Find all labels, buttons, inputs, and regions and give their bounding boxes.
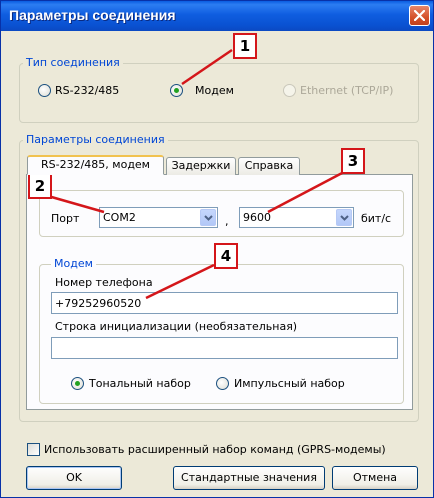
chevron-down-icon [340, 215, 349, 221]
radio-selected-dot [75, 381, 80, 386]
ok-button[interactable]: OK [26, 466, 122, 490]
radio-rs232[interactable] [38, 84, 51, 97]
port-value: COM2 [103, 211, 136, 224]
radio-pulse-dial[interactable] [216, 377, 229, 390]
annotation-badge-4: 4 [214, 243, 238, 269]
init-string-input[interactable] [51, 337, 398, 359]
annotation-badge-1: 1 [233, 33, 257, 59]
annotation-badge-3: 3 [341, 148, 365, 174]
tab-rs232-modem-label: RS-232/485, модем [41, 158, 150, 171]
extended-commands-label[interactable]: Использовать расширенный набор команд (G… [44, 443, 386, 457]
radio-pulse-dial-label[interactable]: Импульсный набор [234, 377, 345, 391]
tab-delays[interactable]: Задержки [166, 157, 236, 175]
radio-modem-label[interactable]: Модем [195, 84, 234, 98]
defaults-button[interactable]: Стандартные значения [173, 466, 325, 490]
chevron-down-icon [204, 215, 213, 221]
port-label: Порт [51, 212, 80, 225]
radio-rs232-label[interactable]: RS-232/485 [55, 84, 119, 98]
radio-tone-dial-label[interactable]: Тональный набор [89, 377, 191, 391]
cancel-button[interactable]: Отмена [332, 466, 418, 490]
phone-label: Номер телефона [55, 276, 153, 289]
baud-value: 9600 [243, 211, 271, 224]
port-select[interactable]: COM2 [99, 207, 218, 228]
tab-help-label: Справка [244, 159, 294, 172]
close-icon [414, 10, 425, 21]
connection-type-label: Тип соединения [23, 56, 123, 70]
title-bar[interactable]: Параметры соединения [1, 1, 433, 31]
tab-rs232-modem[interactable]: RS-232/485, модем [27, 155, 164, 175]
extended-commands-checkbox[interactable] [27, 443, 40, 456]
baud-dropdown-button[interactable] [336, 209, 352, 226]
init-string-label: Строка инициализации (необязательная) [55, 320, 298, 333]
connection-params-label: Параметры соединения [23, 133, 168, 147]
baud-unit: бит/с [361, 212, 392, 225]
radio-modem[interactable] [170, 84, 183, 97]
radio-selected-dot [174, 88, 179, 93]
modem-group-label: Модем [51, 257, 96, 271]
tab-help[interactable]: Справка [238, 157, 300, 175]
radio-tone-dial[interactable] [71, 377, 84, 390]
radio-ethernet-label: Ethernet (TCP/IP) [300, 84, 394, 97]
close-button[interactable] [409, 5, 430, 26]
baud-select[interactable]: 9600 [239, 207, 354, 228]
port-dropdown-button[interactable] [200, 209, 216, 226]
tab-delays-label: Задержки [171, 159, 231, 172]
radio-ethernet [283, 84, 296, 97]
annotation-badge-2: 2 [28, 173, 52, 199]
window-title: Параметры соединения [9, 7, 176, 23]
phone-input[interactable] [51, 292, 398, 314]
port-separator: , [225, 215, 229, 228]
